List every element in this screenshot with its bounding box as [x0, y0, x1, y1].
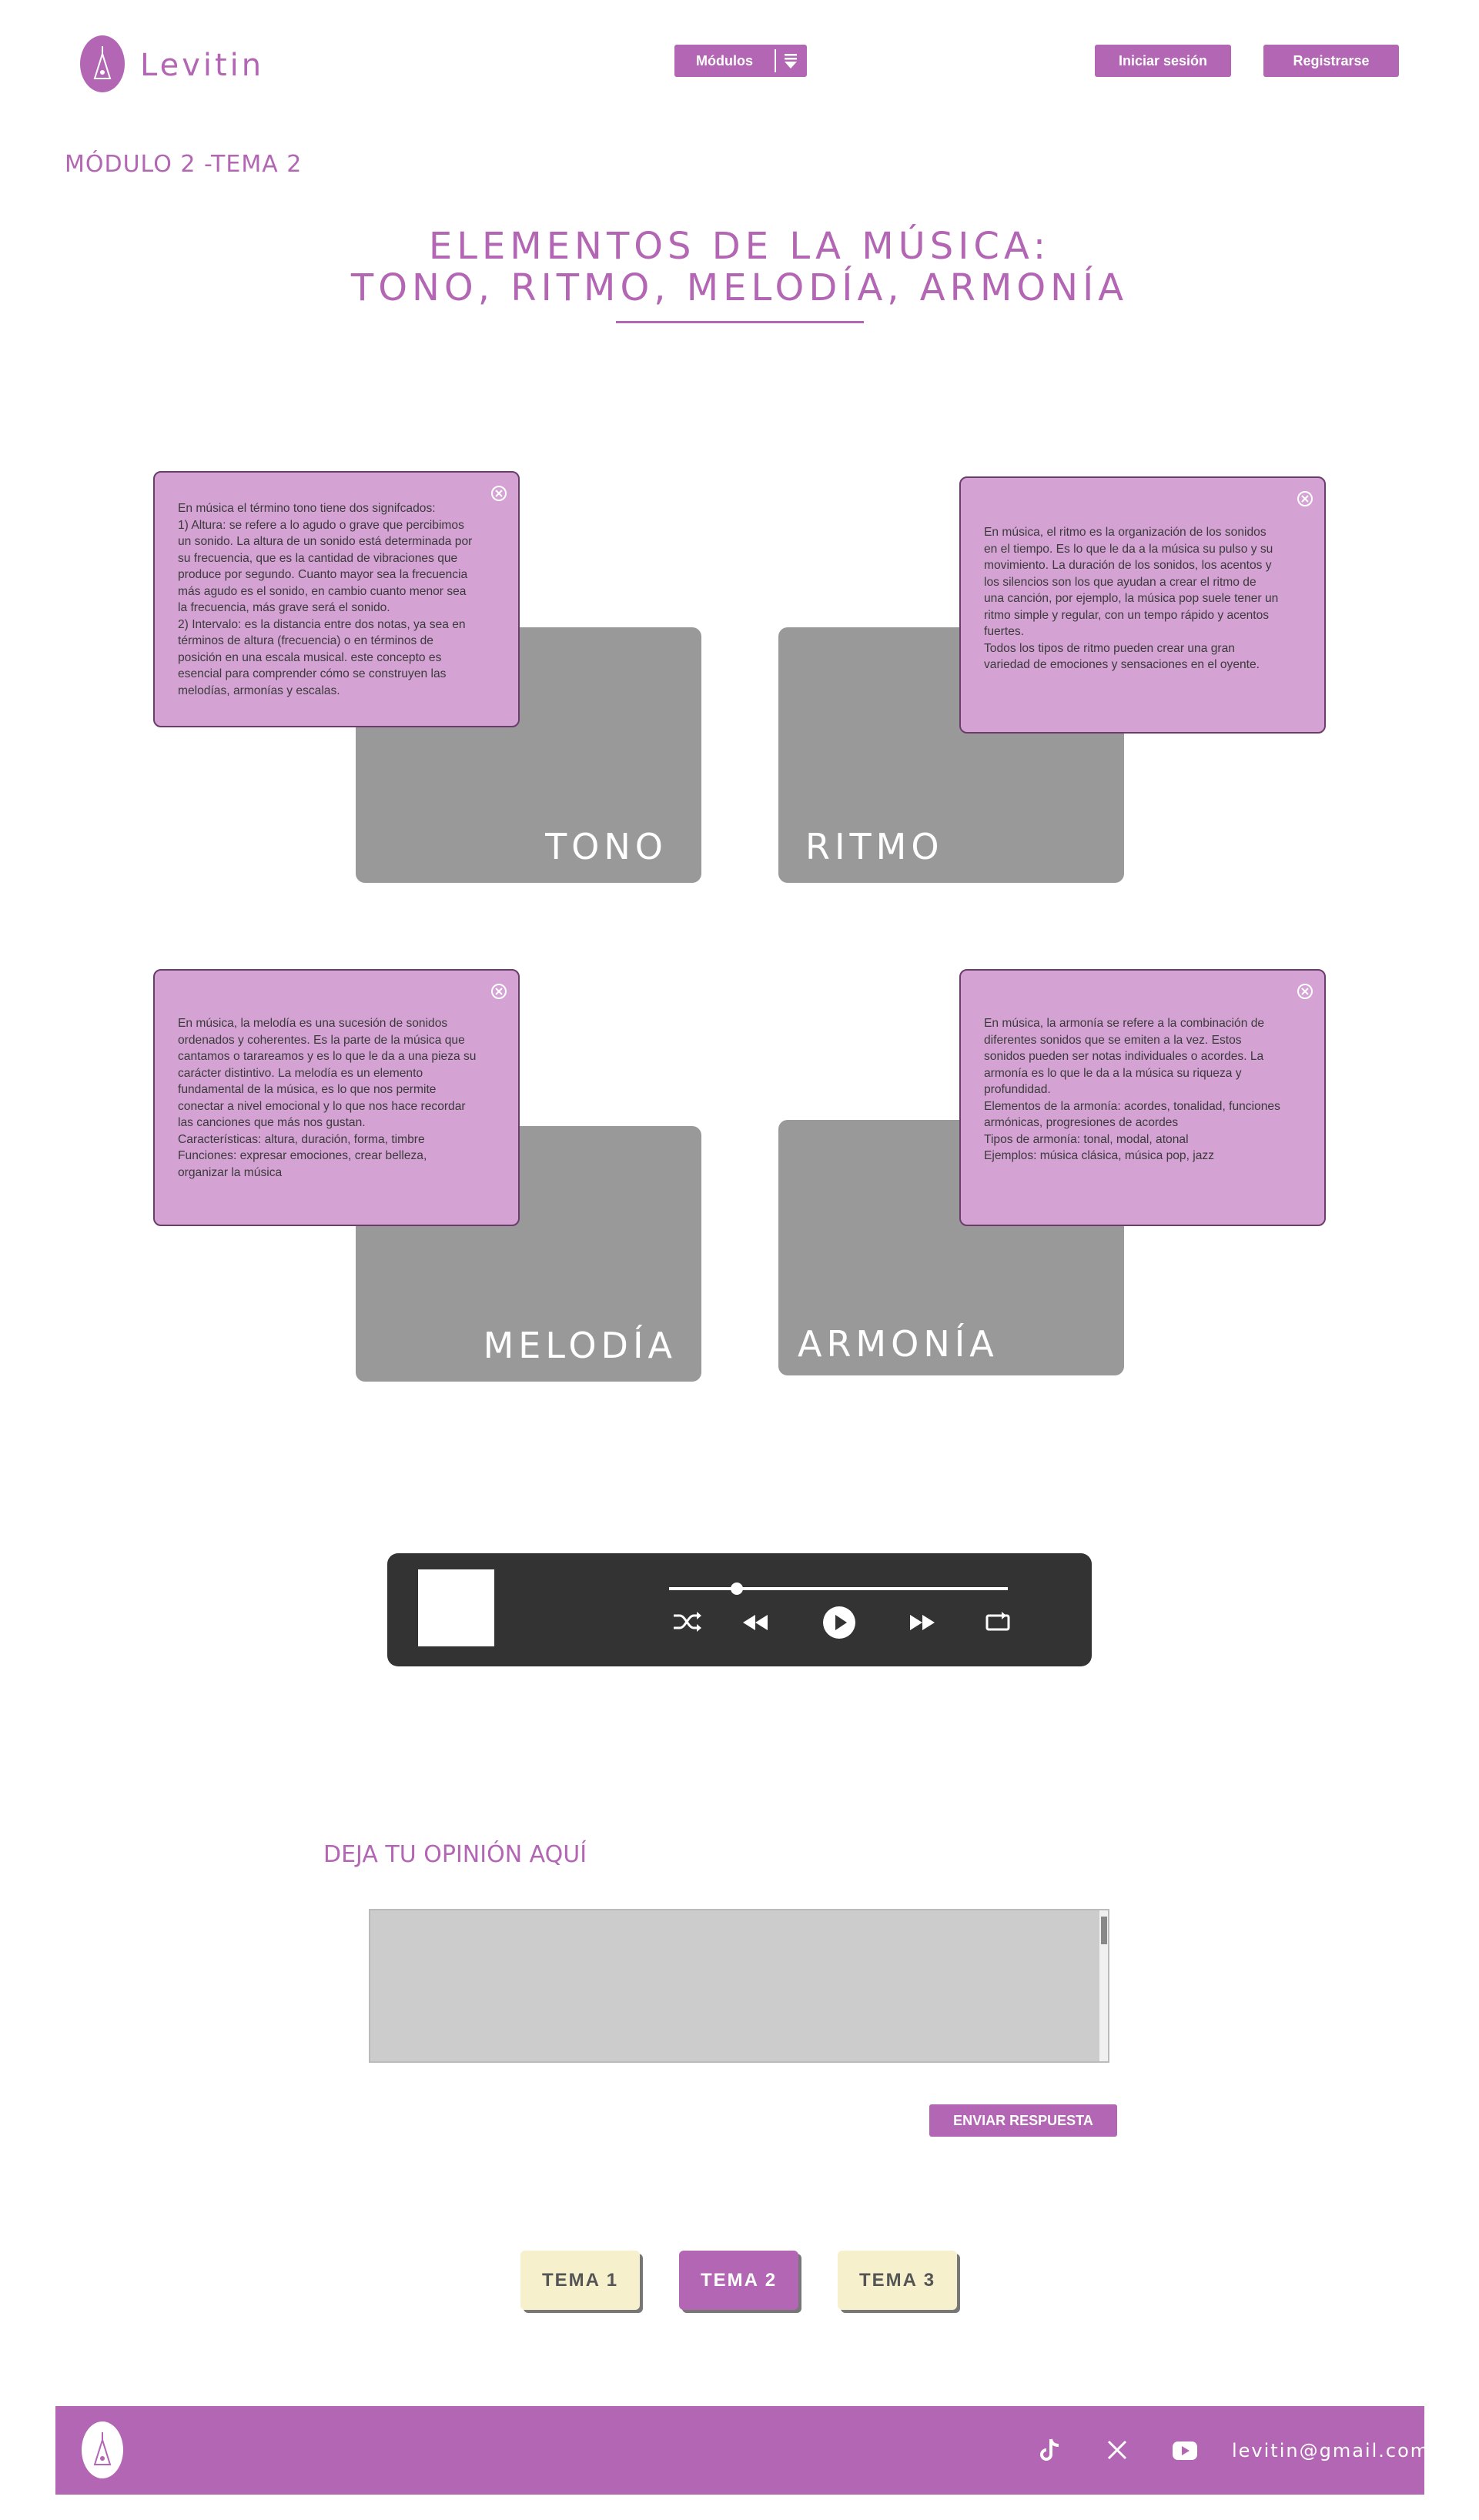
card-label-melodia: MELODÍA [483, 1325, 677, 1366]
album-art [418, 1569, 494, 1646]
contact-email[interactable]: levitin@gmail.com [1232, 2440, 1430, 2462]
footer-logo[interactable] [82, 2421, 123, 2478]
page-title-line-2: TONO, RITMO, MELODÍA, ARMONÍA [350, 266, 1129, 309]
login-button[interactable]: Iniciar sesión [1095, 45, 1231, 77]
card-label-ritmo: RITMO [805, 826, 944, 867]
footer [55, 2406, 1424, 2495]
brand-name[interactable]: Levitin [140, 48, 264, 83]
close-icon[interactable] [490, 983, 507, 1000]
topic-button-1[interactable]: TEMA 1 [520, 2251, 640, 2310]
progress-handle[interactable] [731, 1583, 743, 1595]
modules-label: Módulos [696, 52, 753, 69]
topic-button-2[interactable]: TEMA 2 [679, 2251, 798, 2310]
tuning-fork-icon [93, 46, 112, 79]
tiktok-icon[interactable] [1039, 2437, 1061, 2463]
close-icon[interactable] [490, 485, 507, 502]
chevron-down-icon [785, 54, 797, 69]
progress-bar[interactable] [669, 1587, 1008, 1590]
card-label-tono: TONO [545, 826, 668, 867]
fast-forward-icon[interactable] [908, 1613, 936, 1632]
shuffle-icon[interactable] [671, 1610, 702, 1633]
breadcrumb: MÓDULO 2 -TEMA 2 [65, 151, 303, 178]
info-popup-melodia: En música, la melodía es una sucesión de… [153, 969, 520, 1226]
info-text-armonia: En música, la armonía se refere a la com… [984, 1017, 1280, 1162]
card-label-armonia: ARMONÍA [798, 1323, 999, 1365]
info-text-ritmo: En música, el ritmo es la organización d… [984, 526, 1279, 671]
info-popup-tono: En música el término tono tiene dos sign… [153, 471, 520, 727]
opinion-label: DEJA TU OPINIÓN AQUÍ [323, 1841, 587, 1868]
close-icon[interactable] [1297, 983, 1313, 1000]
play-icon[interactable] [822, 1606, 856, 1639]
dropdown-divider [775, 49, 776, 72]
submit-button[interactable]: ENVIAR RESPUESTA [929, 2104, 1117, 2137]
opinion-textarea[interactable] [369, 1909, 1109, 2063]
info-popup-ritmo: En música, el ritmo es la organización d… [959, 476, 1326, 734]
scrollbar-thumb[interactable] [1101, 1917, 1107, 1944]
repeat-icon[interactable] [985, 1612, 1011, 1633]
tuning-fork-icon [93, 2432, 112, 2465]
x-icon[interactable] [1106, 2439, 1128, 2461]
topic-button-3[interactable]: TEMA 3 [838, 2251, 957, 2310]
info-text-tono: En música el término tono tiene dos sign… [178, 502, 473, 697]
youtube-icon[interactable] [1172, 2441, 1198, 2461]
title-underline [616, 321, 864, 323]
register-button[interactable]: Registrarse [1263, 45, 1399, 77]
rewind-icon[interactable] [741, 1613, 769, 1632]
logo[interactable] [80, 35, 125, 92]
info-popup-armonia: En música, la armonía se refere a la com… [959, 969, 1326, 1226]
page-title-line-1: ELEMENTOS DE LA MÚSICA: [428, 225, 1051, 268]
modules-dropdown[interactable]: Módulos [674, 45, 807, 77]
close-icon[interactable] [1297, 490, 1313, 507]
info-text-melodia: En música, la melodía es una sucesión de… [178, 1017, 477, 1179]
